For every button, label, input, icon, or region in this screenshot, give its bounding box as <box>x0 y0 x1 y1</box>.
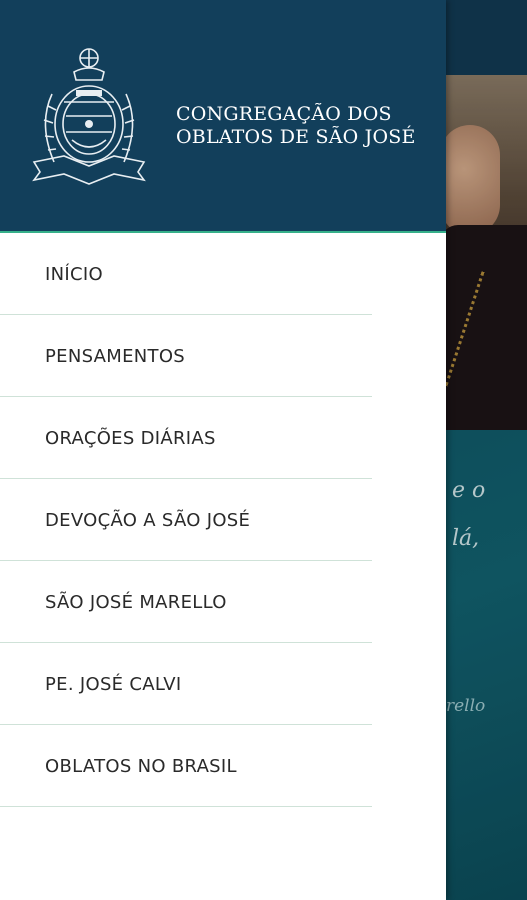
menu-item-label: ORAÇÕES DIÁRIAS <box>45 427 216 449</box>
menu-item-pe-jose-calvi[interactable]: PE. JOSÉ CALVI <box>0 643 446 725</box>
menu-item-label: OBLATOS NO BRASIL <box>45 755 237 777</box>
header-title-line: CONGREGAÇÃO DOS <box>176 103 392 125</box>
menu-item-label: PENSAMENTOS <box>45 345 186 367</box>
oblates-crest-icon <box>32 48 146 185</box>
menu-item-oblatos-no-brasil[interactable]: OBLATOS NO BRASIL <box>0 725 446 807</box>
drawer-menu: INÍCIO PENSAMENTOS ORAÇÕES DIÁRIAS DEVOÇ… <box>0 233 446 807</box>
navigation-drawer: CONGREGAÇÃO DOS OBLATOS DE SÃO JOSÉ INÍC… <box>0 0 446 900</box>
menu-item-pensamentos[interactable]: PENSAMENTOS <box>0 315 446 397</box>
menu-item-oracoes-diarias[interactable]: ORAÇÕES DIÁRIAS <box>0 397 446 479</box>
menu-item-devocao-sao-jose[interactable]: DEVOÇÃO A SÃO JOSÉ <box>0 479 446 561</box>
header-title: CONGREGAÇÃO DOS OBLATOS DE SÃO JOSÉ <box>176 103 436 149</box>
header-title-line: OBLATOS DE SÃO JOSÉ <box>176 126 416 148</box>
menu-item-sao-jose-marello[interactable]: SÃO JOSÉ MARELLO <box>0 561 446 643</box>
drawer-header: CONGREGAÇÃO DOS OBLATOS DE SÃO JOSÉ <box>0 0 446 233</box>
menu-item-label: PE. JOSÉ CALVI <box>45 673 182 695</box>
menu-item-label: INÍCIO <box>45 263 103 285</box>
menu-item-label: SÃO JOSÉ MARELLO <box>45 591 227 613</box>
menu-item-inicio[interactable]: INÍCIO <box>0 233 446 315</box>
menu-item-label: DEVOÇÃO A SÃO JOSÉ <box>45 509 251 531</box>
